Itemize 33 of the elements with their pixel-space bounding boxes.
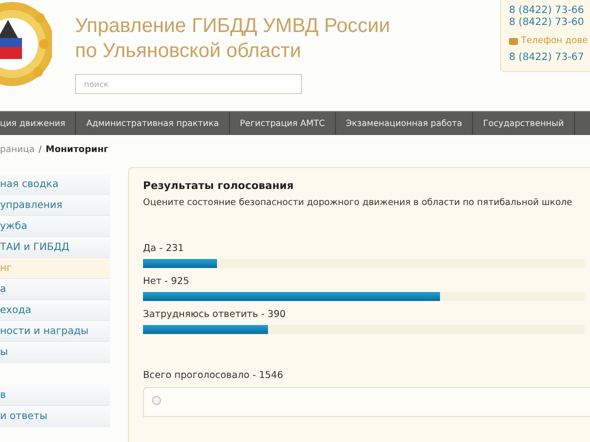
sidebar-item[interactable]: ТАИ и ГИБДД [0, 237, 110, 258]
sidebar-item[interactable]: и ответы [0, 406, 110, 427]
sidebar-item[interactable]: ная сводка [0, 174, 110, 195]
result-label: Затрудняюсь ответить - 390 [143, 309, 287, 320]
sidebar-item[interactable]: ехода [0, 300, 110, 321]
nav-item[interactable]: ция движения [0, 112, 76, 135]
breadcrumb-link[interactable]: раница [0, 145, 35, 175]
sidebar-item[interactable]: в [0, 385, 110, 406]
sidebar-item[interactable]: нг [0, 258, 110, 279]
breadcrumb-link[interactable]: Мониторинг [46, 145, 108, 175]
poll-title: Результаты голосования [143, 180, 295, 192]
sidebar-item[interactable]: управления [0, 195, 110, 216]
contact-label: Телефон дове [521, 35, 588, 47]
breadcrumb-separator: / [38, 145, 42, 157]
site-title: по Ульяновской области [75, 39, 301, 64]
radio-button[interactable] [152, 396, 161, 405]
phone-number: 8 (8422) 73-60 [509, 17, 586, 29]
sidebar-item[interactable]: а [0, 279, 110, 300]
sidebar-item[interactable]: ности и награды [0, 321, 110, 342]
sidebar-item[interactable]: ужба [0, 216, 110, 237]
nav-item[interactable]: Экзаменационная работа [336, 112, 474, 135]
result-label: Да - 231 [143, 243, 185, 254]
vote-total: Всего проголосовало - 1546 [143, 370, 284, 381]
phone-number: 8 (8422) 73-66 [509, 5, 586, 17]
result-label: Нет - 925 [143, 276, 190, 287]
phone-number: 8 (8422) 73-67 [509, 52, 586, 64]
poll-question: Оцените состояние безопасности дорожного движения в области по пятибальной школе [143, 198, 574, 208]
nav-item[interactable]: Государственный [473, 112, 575, 135]
site-title: Управление ГИБДД УМВД России [75, 14, 390, 39]
nav-item[interactable]: Административная практика [76, 112, 230, 135]
nav-item[interactable]: Регистрация АМТС [230, 112, 336, 135]
search-field[interactable]: поиск [75, 74, 302, 94]
sidebar-item[interactable]: ы [0, 342, 110, 363]
